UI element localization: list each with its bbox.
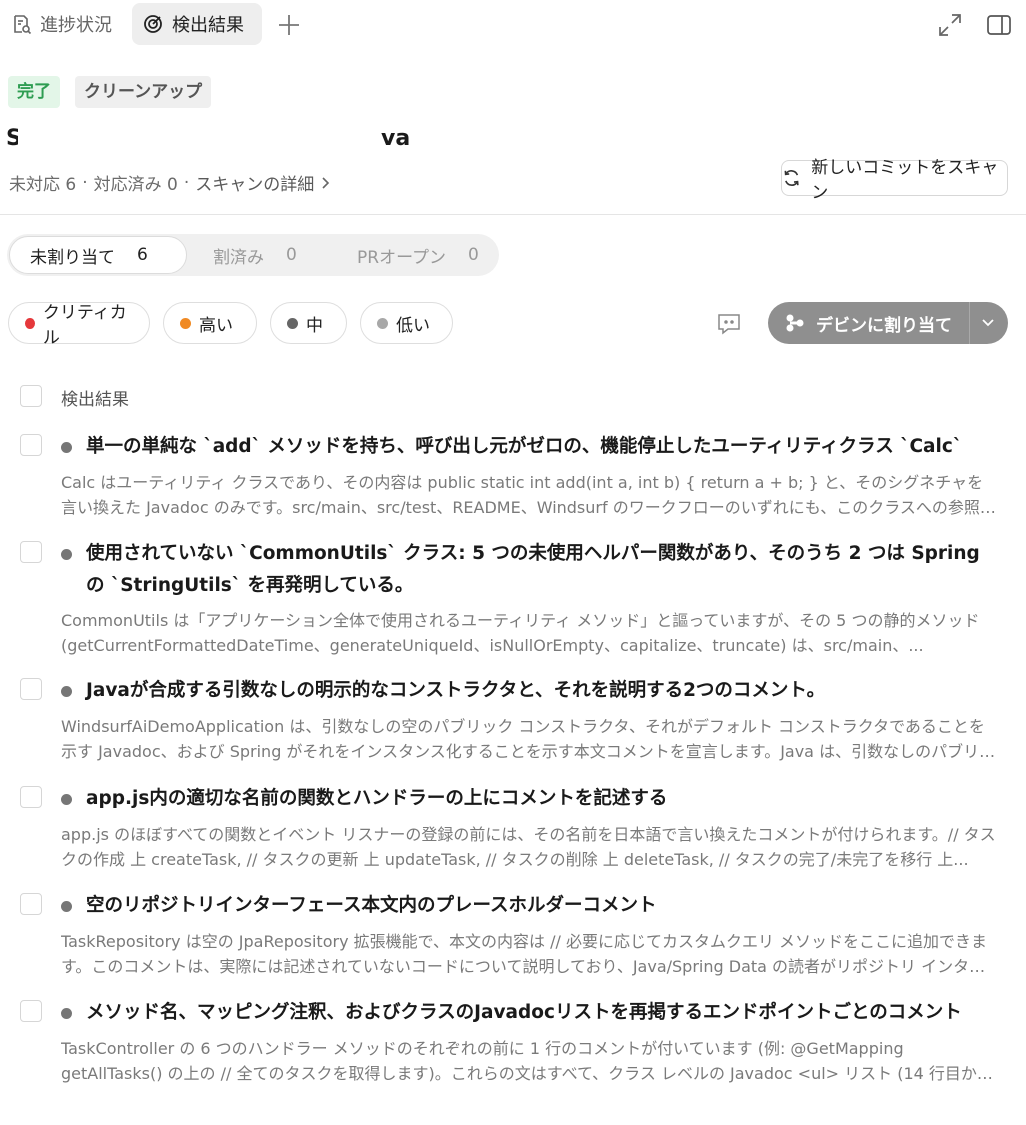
tab-progress[interactable]: 進捗状況 xyxy=(0,3,126,45)
filter-label: 低い xyxy=(396,315,430,336)
select-all-checkbox[interactable] xyxy=(20,385,42,407)
tab-findings[interactable]: 検出結果 xyxy=(132,3,262,45)
plus-icon[interactable] xyxy=(276,12,302,38)
finding-description: CommonUtils は「アプリケーション全体で使用されるユーティリティ メソ… xyxy=(61,611,980,655)
severity-dot xyxy=(61,442,72,453)
category-badge: クリーンアップ xyxy=(75,76,212,108)
finding-description: WindsurfAiDemoApplication は、引数なしの空のパブリック… xyxy=(61,717,996,761)
filter-high[interactable]: 高い xyxy=(163,302,257,344)
button-divider xyxy=(969,302,970,344)
scan-new-commit-label: 新しいコミットをスキャン xyxy=(811,158,999,203)
chevron-down-icon[interactable] xyxy=(978,313,998,333)
finding-description: TaskRepository は空の JpaRepository 拡張機能で、本… xyxy=(61,932,988,976)
finding-title: 空のリポジトリインターフェース本文内のプレースホルダーコメント xyxy=(86,895,657,916)
finding-checkbox[interactable] xyxy=(20,893,42,915)
finding-description: Calc はユーティリティ クラスであり、その内容は public static… xyxy=(61,473,996,517)
segment-unassigned[interactable]: 未割り当て 6 xyxy=(9,236,187,274)
scan-new-commit-button[interactable]: 新しいコミットをスキャン xyxy=(781,158,1008,203)
severity-dot xyxy=(61,549,72,560)
finding-checkbox[interactable] xyxy=(20,786,42,808)
severity-dot xyxy=(61,901,72,912)
filter-critical[interactable]: クリティカル xyxy=(8,302,150,348)
assign-main[interactable]: デビンに割り当て xyxy=(768,302,968,344)
sidebar-toggle-icon[interactable] xyxy=(986,12,1012,38)
segment-count: 6 xyxy=(137,245,148,265)
chevron-right-icon[interactable] xyxy=(320,176,332,190)
tab-findings-label: 検出結果 xyxy=(172,15,244,36)
severity-dot xyxy=(61,794,72,805)
segment-pr-open[interactable]: PRオープン 0 xyxy=(337,236,499,274)
finding-checkbox[interactable] xyxy=(20,541,42,563)
severity-dot xyxy=(287,317,298,329)
finding-title: 単一の単純な `add` メソッドを持ち、呼び出し元がゼロの、機能停止したユーテ… xyxy=(86,436,963,457)
assignment-filter: 未割り当て 6 割済み 0 PRオープン 0 xyxy=(7,234,499,276)
finding-checkbox[interactable] xyxy=(20,1000,42,1022)
severity-dot xyxy=(61,686,72,697)
finding-title: Javaが合成する引数なしの明示的なコンストラクタと、それを説明する2つのコメン… xyxy=(86,680,826,701)
progress-doc-icon xyxy=(14,15,32,35)
target-icon xyxy=(144,15,162,33)
filter-medium[interactable]: 中 xyxy=(270,302,347,344)
section-divider xyxy=(0,214,1026,215)
segment-label: 未割り当て xyxy=(30,247,115,268)
segment-label: 割済み xyxy=(213,247,264,268)
severity-dot xyxy=(25,317,35,329)
finding-checkbox[interactable] xyxy=(20,678,42,700)
filter-label: クリティカル xyxy=(42,303,127,348)
share-nodes-icon xyxy=(786,314,804,332)
refresh-icon xyxy=(784,170,799,186)
finding-title: 使用されていない `CommonUtils` クラス: 5 つの未使用ヘルパー関… xyxy=(86,543,980,596)
finding-description: TaskController の 6 つのハンドラー メソッドのそれぞれの前に … xyxy=(61,1039,993,1083)
severity-dot xyxy=(61,1008,72,1019)
page-title-end: va xyxy=(381,126,411,151)
list-header: 検出結果 xyxy=(61,390,129,410)
separator-dot: · xyxy=(183,172,190,193)
expand-icon[interactable] xyxy=(937,12,963,38)
filter-label: 高い xyxy=(199,315,233,336)
status-badge: 完了 xyxy=(8,76,60,108)
filter-low[interactable]: 低い xyxy=(360,302,453,344)
severity-dot xyxy=(377,317,388,329)
segment-count: 0 xyxy=(286,245,297,265)
segment-assigned[interactable]: 割済み 0 xyxy=(193,236,317,274)
assign-label: デビンに割り当て xyxy=(816,315,952,336)
unresolved-count: 未対応 6 xyxy=(9,175,77,195)
segment-label: PRオープン xyxy=(357,247,447,268)
feedback-icon[interactable] xyxy=(716,312,742,336)
scan-summary: 未対応 6 · 対応済み 0 · スキャンの詳細 xyxy=(9,170,332,195)
finding-title: app.js内の適切な名前の関数とハンドラーの上にコメントを記述する xyxy=(86,788,668,809)
finding-checkbox[interactable] xyxy=(20,434,42,456)
resolved-count: 対応済み 0 xyxy=(93,175,178,195)
assign-to-devin-button[interactable]: デビンに割り当て xyxy=(768,302,1008,344)
page-title: S va xyxy=(6,124,426,154)
filter-label: 中 xyxy=(306,315,323,336)
tab-bar: 進捗状況 検出結果 xyxy=(0,0,1026,48)
separator-dot: · xyxy=(82,172,88,193)
segment-count: 0 xyxy=(468,245,479,265)
severity-dot xyxy=(180,317,191,329)
tab-progress-label: 進捗状況 xyxy=(40,15,112,36)
scan-details-link[interactable]: スキャンの詳細 xyxy=(195,170,314,195)
redaction-mask xyxy=(18,124,378,154)
finding-title: メソッド名、マッピング注釈、およびクラスのJavadocリストを再掲するエンドポ… xyxy=(86,1002,962,1023)
finding-description: app.js のほぼすべての関数とイベント リスナーの登録の前には、その名前を日… xyxy=(61,825,996,869)
